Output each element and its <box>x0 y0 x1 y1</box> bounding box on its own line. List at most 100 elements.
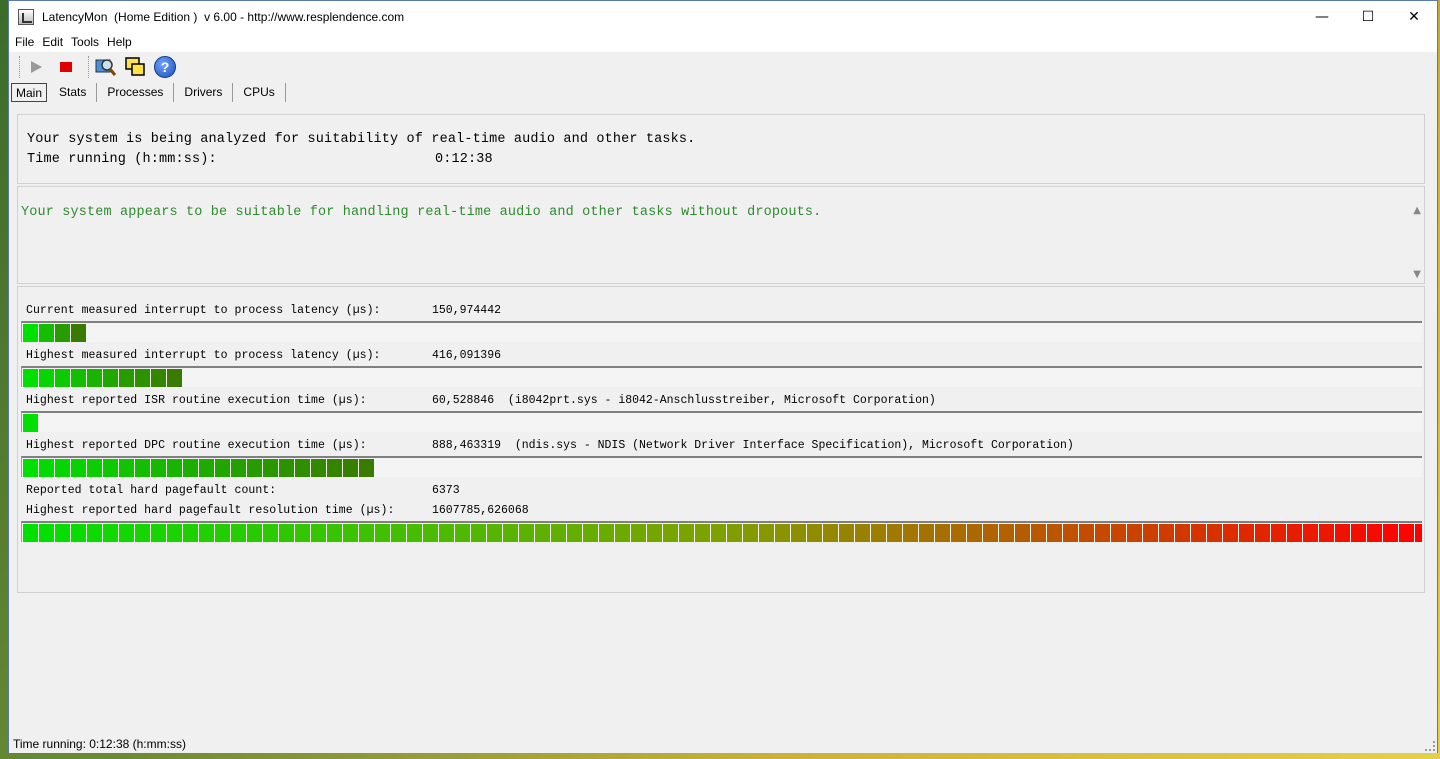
latency-bar <box>21 321 1422 342</box>
bar-segment <box>279 459 294 477</box>
bar-segment <box>71 524 86 542</box>
bar-segment <box>615 524 630 542</box>
status-bar: Time running: 0:12:38 (h:mm:ss) <box>9 734 1437 753</box>
bar-segment <box>39 369 54 387</box>
tab-processes[interactable]: Processes <box>97 83 175 102</box>
bar-segment <box>199 524 214 542</box>
tab-main[interactable]: Main <box>11 83 48 102</box>
bar-segment <box>55 459 70 477</box>
measurement-value: 1607785,626068 <box>432 504 529 517</box>
close-button[interactable]: ✕ <box>1391 1 1437 32</box>
bar-segment <box>263 459 278 477</box>
maximize-button[interactable]: ☐ <box>1345 1 1391 32</box>
time-running-value: 0:12:38 <box>435 152 493 167</box>
toolbar-grip <box>19 55 20 78</box>
bar-segment <box>1335 524 1350 542</box>
app-window: LatencyMon (Home Edition ) v 6.00 - http… <box>8 0 1438 753</box>
tab-bar: Main Stats Processes Drivers CPUs <box>9 82 286 103</box>
bar-segment <box>1367 524 1382 542</box>
toolbar-separator <box>88 55 89 78</box>
bar-segment <box>247 524 262 542</box>
menu-tools[interactable]: Tools <box>71 35 99 49</box>
bar-segment <box>167 369 182 387</box>
bar-segment <box>167 524 182 542</box>
analyze-button[interactable] <box>93 55 117 79</box>
start-button[interactable] <box>24 55 48 79</box>
bar-segment <box>151 369 166 387</box>
bar-segment <box>87 369 102 387</box>
measurement-value: 888,463319 (ndis.sys - NDIS (Network Dri… <box>432 439 1074 452</box>
menu-file[interactable]: File <box>15 35 34 49</box>
window-controls: — ☐ ✕ <box>1299 1 1437 32</box>
bar-segment <box>951 524 966 542</box>
bar-segment <box>151 524 166 542</box>
bar-segment <box>823 524 838 542</box>
scroll-down-icon[interactable]: ▼ <box>1413 269 1421 280</box>
bar-segment <box>311 524 326 542</box>
tab-stats[interactable]: Stats <box>49 83 98 102</box>
bar-segment <box>343 459 358 477</box>
bar-segment <box>1239 524 1254 542</box>
bar-segment <box>871 524 886 542</box>
bar-segment <box>503 524 518 542</box>
bar-segment <box>1175 524 1190 542</box>
measurement-label: Current measured interrupt to process la… <box>26 304 381 317</box>
bar-segment <box>183 524 198 542</box>
bar-segment <box>1143 524 1158 542</box>
resize-grip-icon[interactable] <box>1425 741 1435 751</box>
bar-segment <box>39 324 54 342</box>
bar-segment <box>1047 524 1062 542</box>
bar-segment <box>151 459 166 477</box>
bar-segment <box>1207 524 1222 542</box>
windows-button[interactable] <box>123 55 147 79</box>
bar-segment <box>1271 524 1286 542</box>
bar-segment <box>1127 524 1142 542</box>
bar-segment <box>983 524 998 542</box>
menu-edit[interactable]: Edit <box>42 35 63 49</box>
bar-segment <box>1031 524 1046 542</box>
bar-segment <box>711 524 726 542</box>
play-icon <box>30 60 42 73</box>
app-icon[interactable] <box>18 8 34 25</box>
bar-segment <box>231 459 246 477</box>
tab-cpus[interactable]: CPUs <box>233 83 286 102</box>
bar-segment <box>215 524 230 542</box>
bar-segment <box>55 524 70 542</box>
bar-segment <box>455 524 470 542</box>
bar-segment <box>695 524 710 542</box>
bar-segment <box>903 524 918 542</box>
bar-segment <box>103 459 118 477</box>
measurement-value: 60,528846 (i8042prt.sys - i8042-Anschlus… <box>432 394 936 407</box>
latency-bar <box>21 521 1422 542</box>
help-icon: ? <box>154 55 176 78</box>
bar-segment <box>743 524 758 542</box>
latency-bar <box>21 366 1422 387</box>
bar-segment <box>23 324 38 342</box>
bar-segment <box>791 524 806 542</box>
bar-segment <box>23 414 38 432</box>
bar-segment <box>103 369 118 387</box>
bar-segment <box>87 459 102 477</box>
bar-segment <box>39 459 54 477</box>
minimize-button[interactable]: — <box>1299 1 1345 32</box>
summary-line: Your system is being analyzed for suitab… <box>27 132 696 147</box>
bar-segment <box>1079 524 1094 542</box>
bar-segment <box>1191 524 1206 542</box>
bar-segment <box>231 524 246 542</box>
stop-icon <box>60 61 72 72</box>
bar-segment <box>1015 524 1030 542</box>
bar-segment <box>375 524 390 542</box>
help-button[interactable]: ? <box>153 55 177 79</box>
bar-segment <box>407 524 422 542</box>
magnifier-icon <box>95 58 116 76</box>
stop-button[interactable] <box>54 55 78 79</box>
bar-segment <box>1063 524 1078 542</box>
verdict-panel[interactable]: Your system appears to be suitable for h… <box>17 186 1425 284</box>
measurement-label: Highest measured interrupt to process la… <box>26 349 381 362</box>
scroll-up-icon[interactable]: ▲ <box>1413 205 1421 216</box>
title-bar[interactable]: LatencyMon (Home Edition ) v 6.00 - http… <box>9 1 1437 32</box>
tab-drivers[interactable]: Drivers <box>174 83 234 102</box>
bar-segment <box>135 369 150 387</box>
bar-segment <box>199 459 214 477</box>
menu-help[interactable]: Help <box>107 35 132 49</box>
